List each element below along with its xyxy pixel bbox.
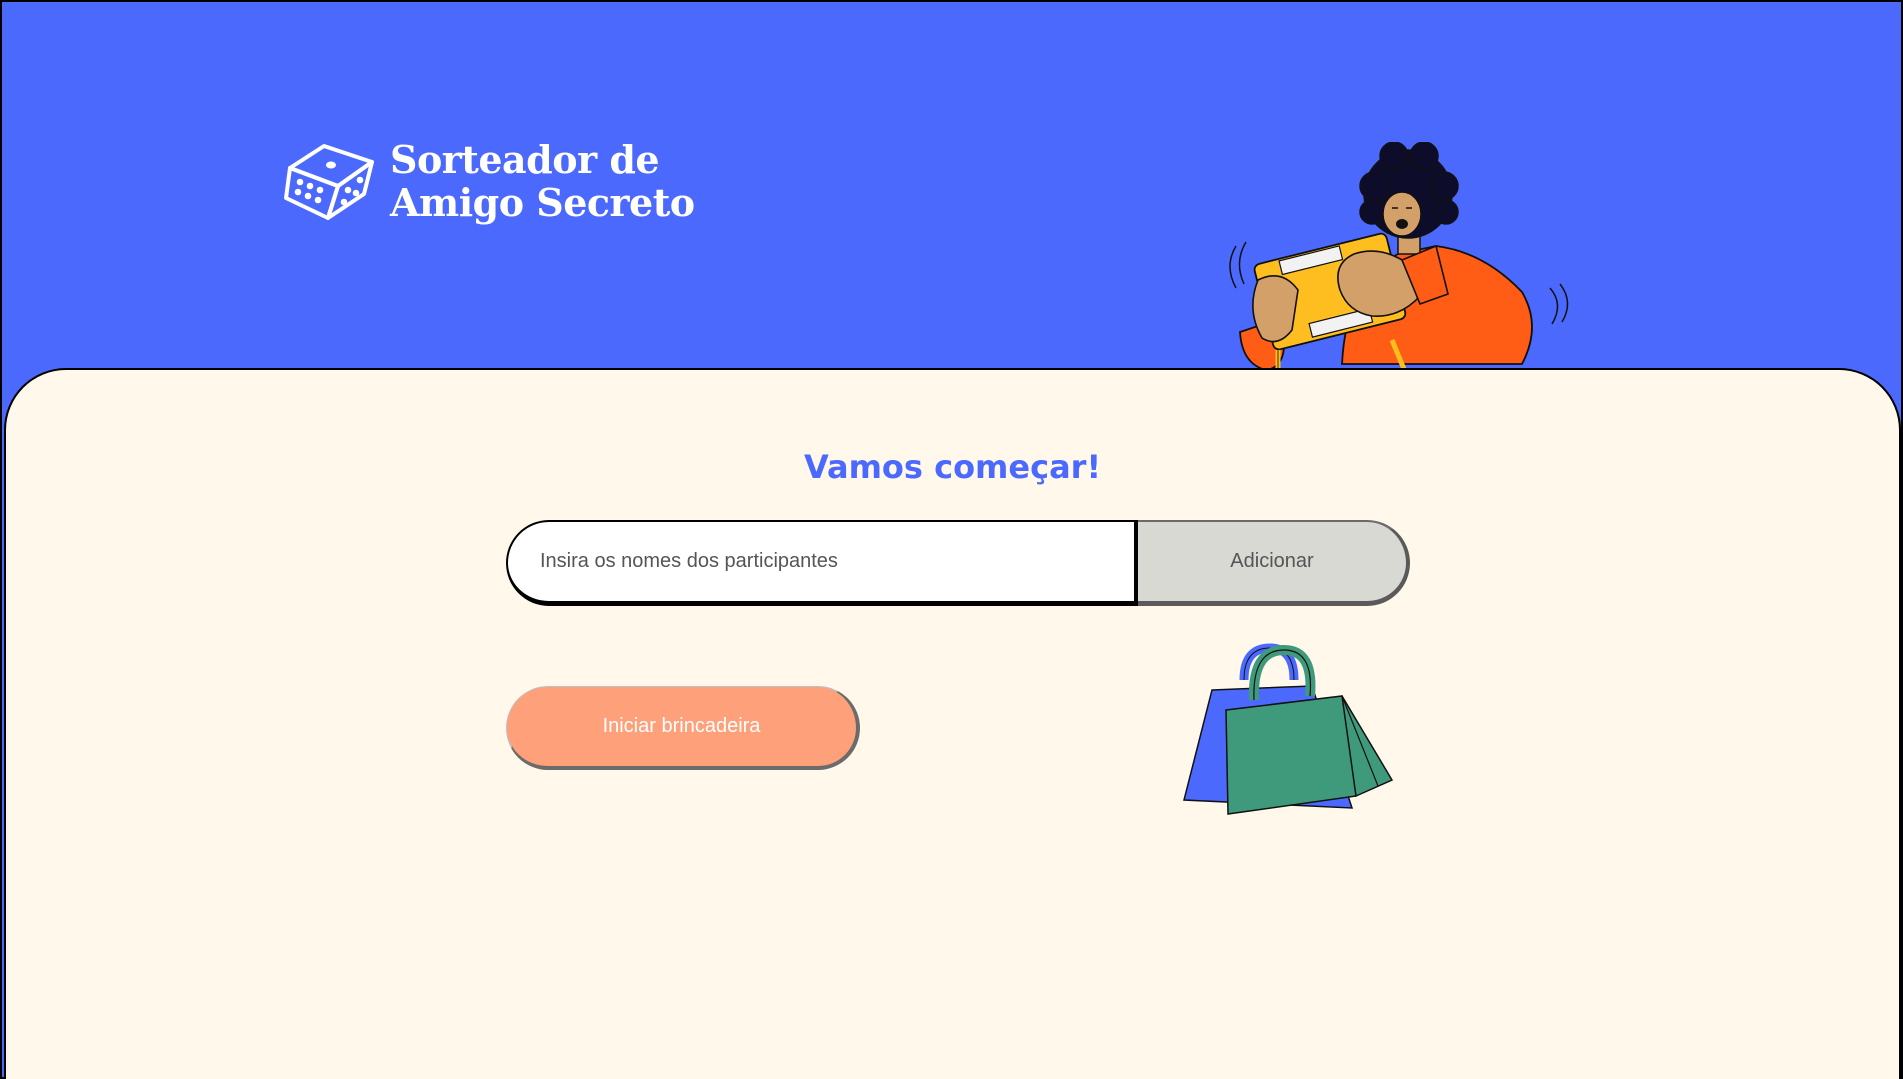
page-title: Vamos começar! (803, 448, 1102, 486)
participant-input-group: Adicionar (506, 520, 1410, 606)
start-game-button[interactable]: Iniciar brincadeira (506, 686, 860, 770)
participant-name-input[interactable] (506, 520, 1138, 606)
add-button[interactable]: Adicionar (1138, 520, 1410, 606)
dice-icon (284, 144, 374, 220)
person-playing-game-illustration (1229, 142, 1569, 400)
app-title-line-2: Amigo Secreto (390, 180, 695, 225)
app-title-line-1: Sorteador de (390, 137, 660, 182)
logo: Sorteador de Amigo Secreto (284, 138, 695, 224)
main-panel: Vamos começar! Adicionar Iniciar brincad… (4, 368, 1901, 1079)
header: Sorteador de Amigo Secreto (2, 2, 1901, 400)
shopping-bags-illustration (1183, 643, 1394, 815)
app-title: Sorteador de Amigo Secreto (390, 138, 695, 224)
